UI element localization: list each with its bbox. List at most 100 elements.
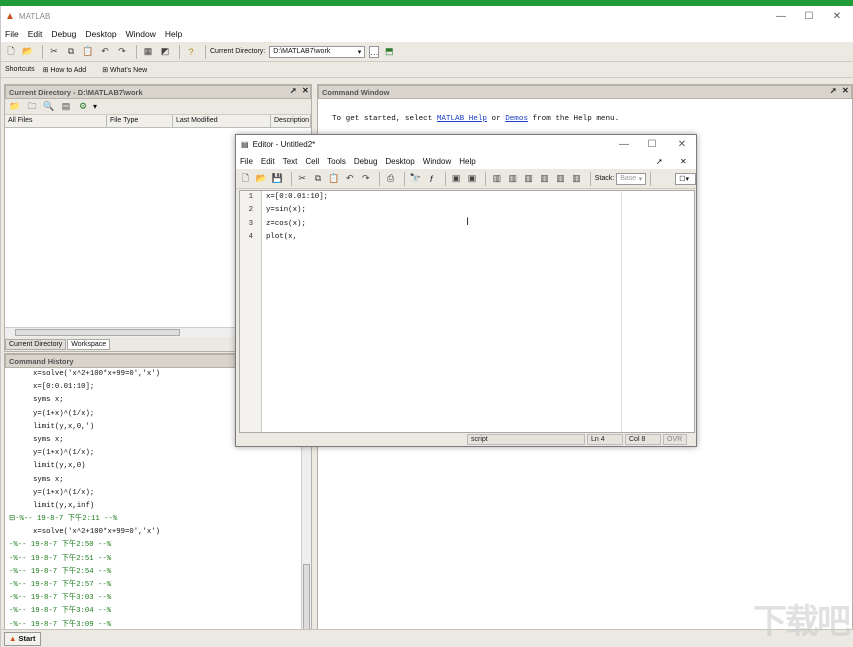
editor-menu-debug[interactable]: Debug bbox=[354, 157, 378, 166]
tab-current-directory[interactable]: Current Directory bbox=[5, 338, 67, 350]
browse-button[interactable]: … bbox=[369, 45, 380, 58]
matlab-help-link[interactable]: MATLAB Help bbox=[437, 115, 487, 123]
history-command[interactable]: x=solve('x^2+100*x+99=0','x') bbox=[5, 526, 303, 539]
shortcut-how-to-add[interactable]: ⊞ How to Add bbox=[43, 66, 95, 74]
editor-menu-text[interactable]: Text bbox=[283, 157, 298, 166]
editor-menu-cell[interactable]: Cell bbox=[305, 157, 319, 166]
redo-icon[interactable]: ↷ bbox=[115, 45, 129, 59]
demos-link[interactable]: Demos bbox=[505, 115, 528, 123]
undock-icon[interactable]: ➚ bbox=[656, 157, 663, 166]
history-command[interactable]: y=(1+x)^(1/x); bbox=[5, 447, 303, 460]
editor-menu-tools[interactable]: Tools bbox=[327, 157, 346, 166]
undock-icon[interactable]: ➚ bbox=[290, 86, 297, 95]
close-icon[interactable]: ✕ bbox=[668, 135, 696, 154]
layout-combo[interactable]: ☐▾ bbox=[675, 172, 697, 185]
up-folder-icon[interactable]: ⬒ bbox=[382, 45, 396, 59]
paste-icon[interactable]: 📋 bbox=[81, 45, 95, 59]
close-icon[interactable]: ✕ bbox=[823, 6, 851, 26]
editor-menu-help[interactable]: Help bbox=[459, 157, 475, 166]
start-button[interactable]: ▲ Start bbox=[4, 631, 41, 646]
history-session-marker[interactable]: -%-- 19-8-7 下午2:57 --% bbox=[5, 579, 303, 592]
history-session-marker[interactable]: -%-- 19-8-7 下午3:03 --% bbox=[5, 592, 303, 605]
step-in-icon[interactable]: ▥ bbox=[506, 172, 519, 186]
paste-icon[interactable]: 📋 bbox=[327, 172, 340, 186]
undo-icon[interactable]: ↶ bbox=[343, 172, 356, 186]
cut-icon[interactable]: ✂ bbox=[296, 172, 309, 186]
exit-debug-icon[interactable]: ▥ bbox=[554, 172, 567, 186]
new-file-icon[interactable]: 🗋 bbox=[239, 172, 252, 186]
column-file-type[interactable]: File Type bbox=[107, 115, 173, 127]
column-last-modified[interactable]: Last Modified bbox=[173, 115, 271, 127]
code-editor[interactable]: 1 2 3 4 x=[0:0.01:10]; y=sin(x); z=cos(x… bbox=[239, 190, 695, 433]
column-all-files[interactable]: All Files bbox=[5, 115, 107, 127]
column-description[interactable]: Description bbox=[271, 115, 311, 127]
maximize-icon[interactable]: ☐ bbox=[638, 135, 666, 154]
code-line[interactable]: plot(x, bbox=[266, 231, 328, 244]
editor-menu-window[interactable]: Window bbox=[423, 157, 451, 166]
editor-menu-file[interactable]: File bbox=[240, 157, 253, 166]
scrollbar-thumb[interactable] bbox=[303, 564, 310, 630]
open-folder-icon[interactable]: 📂 bbox=[21, 45, 35, 59]
menu-desktop[interactable]: Desktop bbox=[85, 29, 116, 39]
redo-icon[interactable]: ↷ bbox=[359, 172, 372, 186]
maximize-icon[interactable]: ☐ bbox=[795, 6, 823, 26]
history-command[interactable]: syms x; bbox=[5, 474, 303, 487]
folder-up-icon[interactable]: 📁 bbox=[8, 100, 22, 114]
undock-icon[interactable]: ➚ bbox=[830, 86, 837, 95]
step-icon[interactable]: ▥ bbox=[490, 172, 503, 186]
set-breakpoint-icon[interactable]: ▣ bbox=[450, 172, 463, 186]
cut-icon[interactable]: ✂ bbox=[47, 45, 61, 59]
menu-window[interactable]: Window bbox=[126, 29, 156, 39]
editor-menu-edit[interactable]: Edit bbox=[261, 157, 275, 166]
shortcut-whats-new[interactable]: ⊞ What's New bbox=[102, 66, 155, 74]
minimize-icon[interactable]: — bbox=[767, 6, 795, 26]
settings-icon[interactable]: ⚙ bbox=[76, 100, 90, 114]
tab-workspace[interactable]: Workspace bbox=[67, 338, 111, 350]
chevron-down-icon[interactable]: ▾ bbox=[93, 102, 97, 111]
minimize-icon[interactable]: — bbox=[610, 135, 638, 154]
undo-icon[interactable]: ↶ bbox=[98, 45, 112, 59]
code-line[interactable]: y=sin(x); bbox=[266, 204, 328, 217]
history-session-marker[interactable]: -%-- 19-8-7 下午2:50 --% bbox=[5, 539, 303, 552]
history-command[interactable]: y=(1+x)^(1/x); bbox=[5, 487, 303, 500]
current-directory-combo[interactable]: D:\MATLAB7\work ▾ bbox=[269, 45, 366, 58]
panel-close-icon[interactable]: ✕ bbox=[842, 86, 849, 95]
history-session-marker[interactable]: -%-- 19-8-7 下午3:04 --% bbox=[5, 605, 303, 618]
history-session-marker[interactable]: ⊟-%-- 19-8-7 下午2:11 --% bbox=[5, 513, 303, 526]
code-line[interactable]: z=cos(x); bbox=[266, 218, 328, 231]
clear-breakpoints-icon[interactable]: ▣ bbox=[466, 172, 479, 186]
new-file-icon[interactable]: 🗋 bbox=[4, 45, 18, 59]
history-session-marker[interactable]: -%-- 19-8-7 下午2:54 --% bbox=[5, 566, 303, 579]
code-line[interactable]: x=[0:0.01:10]; bbox=[266, 191, 328, 204]
close-icon[interactable]: ✕ bbox=[680, 157, 687, 166]
simulink-icon[interactable]: ▦ bbox=[141, 45, 155, 59]
save-icon[interactable]: 💾 bbox=[271, 172, 284, 186]
continue-icon[interactable]: ▥ bbox=[538, 172, 551, 186]
menu-help[interactable]: Help bbox=[165, 29, 182, 39]
new-folder-icon[interactable]: 🗀 bbox=[25, 100, 39, 114]
history-session-marker[interactable]: -%-- 19-8-7 下午2:51 --% bbox=[5, 553, 303, 566]
shortcuts-label[interactable]: Shortcuts bbox=[5, 66, 35, 73]
menu-file[interactable]: File bbox=[5, 29, 19, 39]
code-lines[interactable]: x=[0:0.01:10]; y=sin(x); z=cos(x); plot(… bbox=[266, 191, 328, 245]
reports-icon[interactable]: ▤ bbox=[59, 100, 73, 114]
help-icon[interactable]: ? bbox=[184, 45, 198, 59]
copy-icon[interactable]: ⧉ bbox=[64, 45, 78, 59]
find-icon[interactable]: 🔭 bbox=[409, 172, 422, 186]
history-command[interactable]: limit(y,x,0) bbox=[5, 460, 303, 473]
open-folder-icon[interactable]: 📂 bbox=[255, 172, 268, 186]
copy-icon[interactable]: ⧉ bbox=[312, 172, 325, 186]
history-command[interactable]: limit(y,x,inf) bbox=[5, 500, 303, 513]
guide-icon[interactable]: ◩ bbox=[158, 45, 172, 59]
stack-combo[interactable]: Base ▾ bbox=[616, 172, 647, 185]
panel-close-icon[interactable]: ✕ bbox=[302, 86, 309, 95]
function-icon[interactable]: f bbox=[425, 172, 438, 186]
menu-debug[interactable]: Debug bbox=[51, 29, 76, 39]
scrollbar-thumb[interactable] bbox=[15, 329, 180, 336]
editor-menu-desktop[interactable]: Desktop bbox=[385, 157, 414, 166]
run-icon[interactable]: ▥ bbox=[570, 172, 583, 186]
print-icon[interactable]: ⎙ bbox=[384, 172, 397, 186]
menu-edit[interactable]: Edit bbox=[28, 29, 43, 39]
step-out-icon[interactable]: ▥ bbox=[522, 172, 535, 186]
find-files-icon[interactable]: 🔍 bbox=[42, 100, 56, 114]
